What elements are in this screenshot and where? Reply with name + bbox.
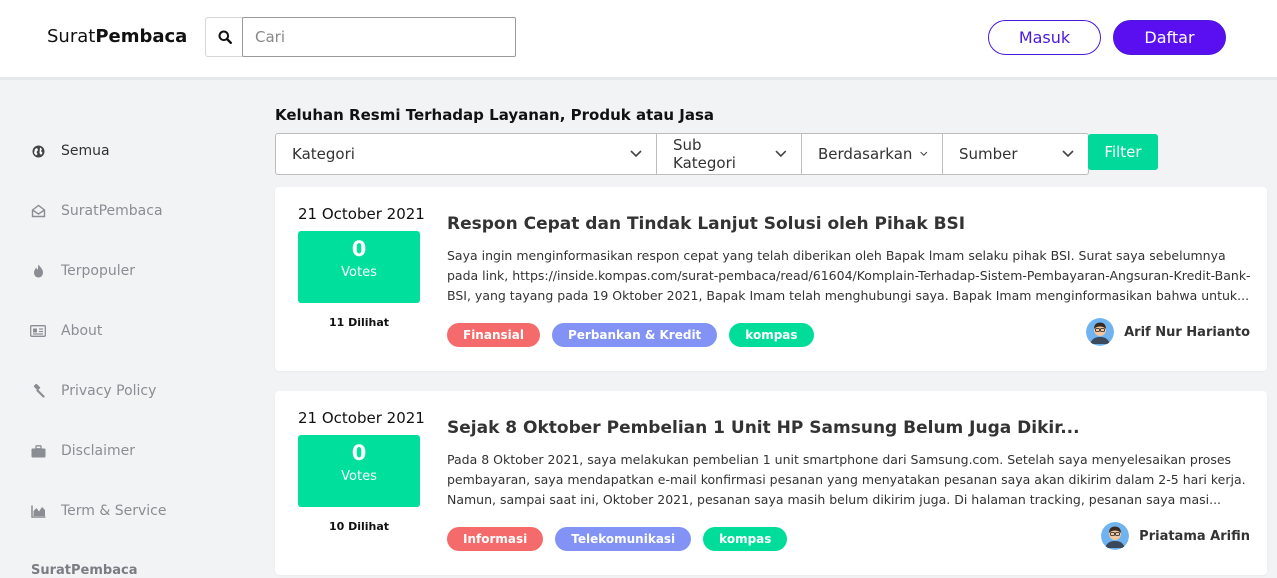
tag-badge[interactable]: Perbankan & Kredit: [551, 323, 718, 347]
vote-count: 0: [351, 237, 367, 261]
post-card[interactable]: 21 October 2021 0 Votes 10 Dilihat Sejak…: [275, 391, 1267, 575]
top-header: SuratPembaca Masuk Daftar: [0, 0, 1277, 80]
view-count: 10 Dilihat: [328, 520, 390, 533]
post-date: 21 October 2021: [298, 409, 425, 427]
filter-button[interactable]: Filter: [1088, 134, 1158, 170]
globe-icon: [30, 143, 46, 159]
vote-label: Votes: [341, 265, 377, 280]
chevron-down-icon: [920, 151, 928, 156]
fire-icon: [30, 263, 46, 279]
vote-count: 0: [351, 441, 367, 465]
tag-badge[interactable]: Informasi: [447, 527, 544, 551]
berdasarkan-select[interactable]: Berdasarkan: [801, 133, 943, 175]
sidebar-item-terpopuler[interactable]: Terpopuler: [30, 261, 135, 281]
post-card[interactable]: 21 October 2021 0 Votes 11 Dilihat Respo…: [275, 187, 1267, 371]
chevron-down-icon: [1062, 150, 1074, 158]
tag-badge[interactable]: kompas: [703, 527, 788, 551]
register-button[interactable]: Daftar: [1113, 20, 1226, 55]
sub-kategori-select[interactable]: Sub Kategori: [656, 133, 802, 175]
gavel-icon: [30, 383, 46, 399]
post-tags: Informasi Telekomunikasi kompas: [447, 527, 799, 551]
post-title[interactable]: Sejak 8 Oktober Pembelian 1 Unit HP Sams…: [447, 418, 1080, 438]
view-count: 11 Dilihat: [328, 316, 390, 329]
post-tags: Finansial Perbankan & Kredit kompas: [447, 323, 826, 347]
sidebar-item-semua[interactable]: Semua: [30, 141, 110, 161]
post-date: 21 October 2021: [298, 205, 425, 223]
post-excerpt: Pada 8 Oktober 2021, saya melakukan pemb…: [447, 452, 1246, 507]
envelope-open-icon: [30, 203, 46, 219]
post-author[interactable]: Arif Nur Harianto: [1086, 318, 1250, 346]
chevron-down-icon: [775, 150, 787, 158]
tag-badge[interactable]: Telekomunikasi: [555, 527, 692, 551]
sidebar-item-term-service[interactable]: Term & Service: [30, 501, 167, 521]
login-button[interactable]: Masuk: [988, 20, 1101, 55]
sumber-select[interactable]: Sumber: [942, 133, 1089, 175]
search-input[interactable]: [242, 17, 516, 57]
post-author[interactable]: Priatama Arifin: [1101, 522, 1250, 550]
sidebar-footer-brand: SuratPembaca: [31, 563, 138, 578]
vote-box[interactable]: 0 Votes: [298, 231, 420, 303]
filter-bar: Kategori Sub Kategori Berdasarkan Sumber: [275, 133, 1089, 175]
chart-icon: [30, 503, 46, 519]
tag-badge[interactable]: kompas: [729, 323, 814, 347]
page-title: Keluhan Resmi Terhadap Layanan, Produk a…: [275, 106, 715, 124]
sidebar-item-disclaimer[interactable]: Disclaimer: [30, 441, 135, 461]
post-excerpt: Saya ingin menginformasikan respon cepat…: [447, 248, 1251, 303]
avatar: [1101, 522, 1130, 550]
sidebar-item-suratpembaca[interactable]: SuratPembaca: [30, 201, 163, 221]
avatar: [1086, 318, 1115, 346]
kategori-select[interactable]: Kategori: [275, 133, 657, 175]
vote-label: Votes: [341, 469, 377, 484]
sidebar-item-privacy-policy[interactable]: Privacy Policy: [30, 381, 156, 401]
tag-badge[interactable]: Finansial: [447, 323, 540, 347]
search-icon[interactable]: [205, 17, 243, 57]
id-card-icon: [30, 323, 46, 339]
briefcase-icon: [30, 443, 46, 459]
sidebar-item-about[interactable]: About: [30, 321, 102, 341]
chevron-down-icon: [630, 150, 642, 158]
site-logo[interactable]: SuratPembaca: [47, 26, 187, 47]
vote-box[interactable]: 0 Votes: [298, 435, 420, 507]
post-title[interactable]: Respon Cepat dan Tindak Lanjut Solusi ol…: [447, 214, 965, 234]
